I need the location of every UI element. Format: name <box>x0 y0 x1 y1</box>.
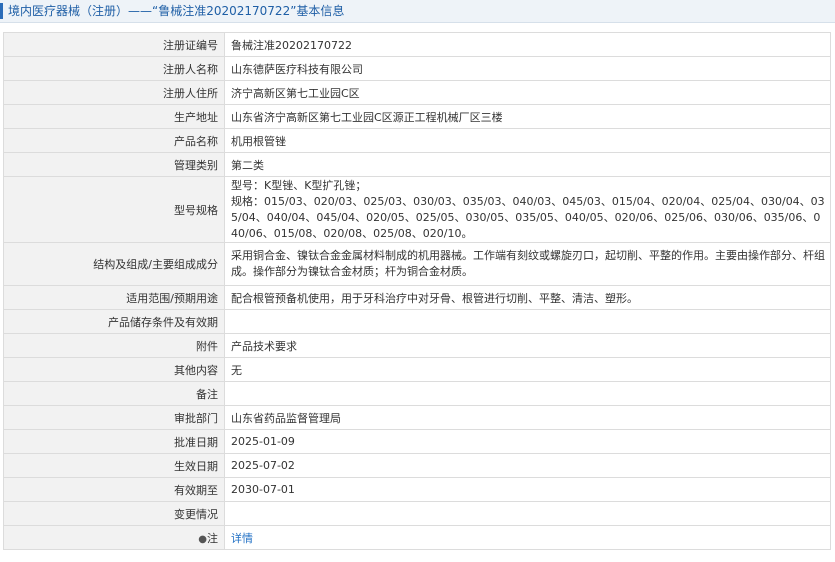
value-production-addr: 山东省济宁高新区第七工业园C区源正工程机械厂区三楼 <box>224 104 831 129</box>
table-row: 产品储存条件及有效期 <box>3 309 831 334</box>
table-row: 管理类别 第二类 <box>3 152 831 177</box>
table-row: 结构及组成/主要组成成分 采用铜合金、镍钛合金金属材料制成的机用器械。工作端有刻… <box>3 242 831 286</box>
label-remark: 备注 <box>3 381 225 406</box>
value-usage: 配合根管预备机使用，用于牙科治疗中对牙骨、根管进行切削、平整、清洁、塑形。 <box>224 285 831 310</box>
label-model-spec: 型号规格 <box>3 176 225 243</box>
label-approval-date: 批准日期 <box>3 429 225 454</box>
value-reg-no: 鲁械注准20202170722 <box>224 32 831 57</box>
table-row: 有效期至 2030-07-01 <box>3 477 831 502</box>
value-remark <box>224 381 831 406</box>
structure-text: 采用铜合金、镍钛合金金属材料制成的机用器械。工作端有刻纹或螺旋刃口，起切削、平整… <box>231 249 825 278</box>
value-effective-date: 2025-07-02 <box>224 453 831 478</box>
table-row: 注册人名称 山东德萨医疗科技有限公司 <box>3 56 831 81</box>
value-expiry-date: 2030-07-01 <box>224 477 831 502</box>
label-product-name: 产品名称 <box>3 128 225 153</box>
label-other: 其他内容 <box>3 357 225 382</box>
page-title: 境内医疗器械（注册）——“鲁械注准20202170722”基本信息 <box>8 4 345 18</box>
label-approval-dept: 审批部门 <box>3 405 225 430</box>
table-row: 生效日期 2025-07-02 <box>3 453 831 478</box>
label-registrant-name: 注册人名称 <box>3 56 225 81</box>
table-row: 注册人住所 济宁高新区第七工业园C区 <box>3 80 831 105</box>
label-usage: 适用范围/预期用途 <box>3 285 225 310</box>
label-production-addr: 生产地址 <box>3 104 225 129</box>
table-row: 审批部门 山东省药品监督管理局 <box>3 405 831 430</box>
table-row: 注册证编号 鲁械注准20202170722 <box>3 32 831 57</box>
value-model-spec: 型号：K型锉、K型扩孔锉； 规格：015/03、020/03、025/03、03… <box>224 176 831 243</box>
label-expiry-date: 有效期至 <box>3 477 225 502</box>
table-row: 附件 产品技术要求 <box>3 333 831 358</box>
info-table: 注册证编号 鲁械注准20202170722 注册人名称 山东德萨医疗科技有限公司… <box>3 32 831 550</box>
label-structure: 结构及组成/主要组成成分 <box>3 242 225 286</box>
value-approval-dept: 山东省药品监督管理局 <box>224 405 831 430</box>
value-note: 详情 <box>224 525 831 550</box>
value-approval-date: 2025-01-09 <box>224 429 831 454</box>
pin-icon: ● <box>198 533 207 545</box>
table-row: 备注 <box>3 381 831 406</box>
label-category: 管理类别 <box>3 152 225 177</box>
table-row: 其他内容 无 <box>3 357 831 382</box>
label-note: ●注 <box>3 525 225 550</box>
label-change: 变更情况 <box>3 501 225 526</box>
value-other: 无 <box>224 357 831 382</box>
value-product-name: 机用根管锉 <box>224 128 831 153</box>
table-row: 型号规格 型号：K型锉、K型扩孔锉； 规格：015/03、020/03、025/… <box>3 176 831 243</box>
value-structure: 采用铜合金、镍钛合金金属材料制成的机用器械。工作端有刻纹或螺旋刃口，起切削、平整… <box>224 242 831 286</box>
page-header: 境内医疗器械（注册）——“鲁械注准20202170722”基本信息 <box>0 0 835 23</box>
value-attachment: 产品技术要求 <box>224 333 831 358</box>
label-registrant-addr: 注册人住所 <box>3 80 225 105</box>
table-row: 变更情况 <box>3 501 831 526</box>
table-row: 适用范围/预期用途 配合根管预备机使用，用于牙科治疗中对牙骨、根管进行切削、平整… <box>3 285 831 310</box>
value-change <box>224 501 831 526</box>
value-category: 第二类 <box>224 152 831 177</box>
details-link[interactable]: 详情 <box>231 532 253 545</box>
note-label: 注 <box>207 531 218 545</box>
value-registrant-addr: 济宁高新区第七工业园C区 <box>224 80 831 105</box>
model-line: 型号：K型锉、K型扩孔锉； <box>231 178 367 192</box>
header-accent-bar <box>0 3 3 19</box>
value-registrant-name: 山东德萨医疗科技有限公司 <box>224 56 831 81</box>
label-attachment: 附件 <box>3 333 225 358</box>
table-row: 产品名称 机用根管锉 <box>3 128 831 153</box>
spec-line: 规格：015/03、020/03、025/03、030/03、035/03、04… <box>231 194 825 240</box>
table-row: 批准日期 2025-01-09 <box>3 429 831 454</box>
label-storage: 产品储存条件及有效期 <box>3 309 225 334</box>
value-storage <box>224 309 831 334</box>
table-row: ●注 详情 <box>3 525 831 550</box>
label-reg-no: 注册证编号 <box>3 32 225 57</box>
label-effective-date: 生效日期 <box>3 453 225 478</box>
table-row: 生产地址 山东省济宁高新区第七工业园C区源正工程机械厂区三楼 <box>3 104 831 129</box>
